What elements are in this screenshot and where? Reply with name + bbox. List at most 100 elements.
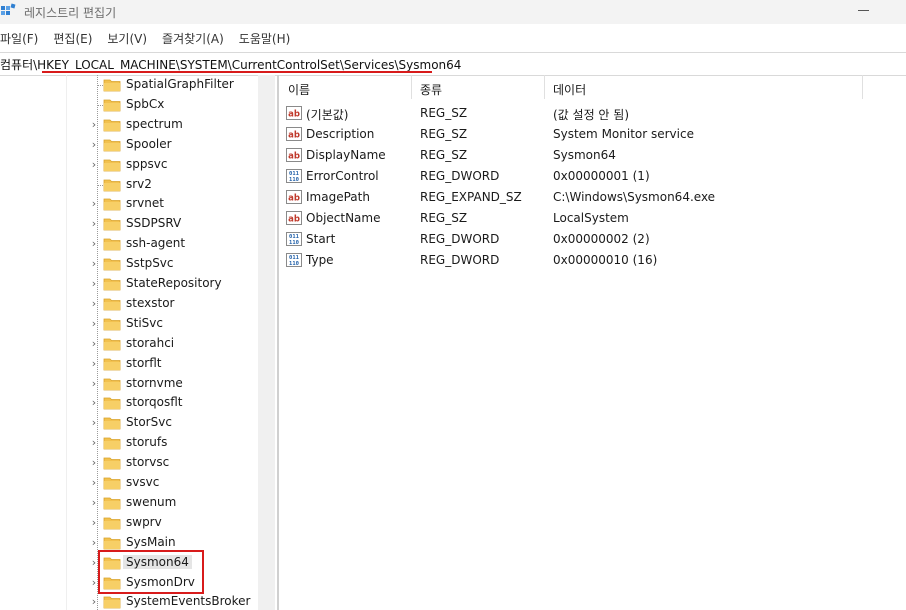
tree-item-swprv[interactable]: › swprv <box>0 513 257 533</box>
tree-item-staterepository[interactable]: › StateRepository <box>0 274 257 294</box>
folder-icon <box>103 139 121 152</box>
column-separator[interactable] <box>862 75 863 99</box>
value-name: (기본값) <box>306 108 349 122</box>
column-separator[interactable] <box>411 75 412 99</box>
column-header-type[interactable]: 종류 <box>420 81 442 98</box>
tree-item-storqosflt[interactable]: › storqosflt <box>0 393 257 413</box>
menu-file[interactable]: 파일(F) <box>0 28 45 48</box>
tree-item-label: SystemEventsBroker <box>126 594 251 609</box>
folder-icon <box>103 457 121 470</box>
chevron-right-icon[interactable]: › <box>89 517 99 528</box>
chevron-right-icon[interactable]: › <box>89 238 99 249</box>
binary-value-icon: 011110 <box>286 169 302 183</box>
value-row[interactable]: 011 110 ErrorControl REG_DWORD 0x00000001 (1… <box>280 166 906 187</box>
menu-view[interactable]: 보기(V) <box>107 28 154 48</box>
chevron-right-icon[interactable]: › <box>89 397 99 408</box>
value-row[interactable]: 011 110 Start REG_DWORD 0x00000002 (2) <box>280 229 906 250</box>
chevron-right-icon[interactable]: › <box>89 258 99 269</box>
tree-item-storsvc[interactable]: › StorSvc <box>0 413 257 433</box>
tree-item-sstpsvc[interactable]: › SstpSvc <box>0 254 257 274</box>
column-separator[interactable] <box>544 75 545 99</box>
tree-item-storahci[interactable]: › storahci <box>0 334 257 354</box>
chevron-right-icon[interactable]: › <box>89 477 99 488</box>
chevron-right-icon[interactable]: › <box>89 338 99 349</box>
tree-item-storufs[interactable]: › storufs <box>0 433 257 453</box>
svg-text:ab: ab <box>288 215 300 225</box>
chevron-right-icon[interactable]: › <box>89 537 99 548</box>
value-type: REG_SZ <box>420 211 468 225</box>
tree-item-label: storvsc <box>126 455 170 470</box>
tree-item-stexstor[interactable]: › stexstor <box>0 294 257 314</box>
tree-item-stisvc[interactable]: › StiSvc <box>0 314 257 334</box>
value-row[interactable]: ab ImagePath REG_EXPAND_SZ C:\Windows\Sysmo… <box>280 187 906 208</box>
tree-item-label: swenum <box>126 494 177 509</box>
tree-item-svsvc[interactable]: › svsvc <box>0 473 257 493</box>
tree-item-swenum[interactable]: › swenum <box>0 493 257 513</box>
tree-item-label: storufs <box>126 435 168 450</box>
tree-item-srvnet[interactable]: › srvnet <box>0 194 257 214</box>
tree-item-spatialgraphfilter[interactable]: SpatialGraphFilter <box>0 75 257 95</box>
tree-item-ssh-agent[interactable]: › ssh-agent <box>0 234 257 254</box>
svg-text:ab: ab <box>288 152 300 162</box>
binary-value-icon: 011110 <box>286 253 302 267</box>
key-tree: SpatialGraphFilter SpbCx › spectrum › Spooler… <box>0 75 257 610</box>
tree-item-label: svsvc <box>126 475 160 489</box>
value-name: Start <box>306 232 336 246</box>
folder-icon <box>103 358 121 370</box>
folder-icon <box>103 338 121 351</box>
folder-icon <box>103 79 121 92</box>
value-row[interactable]: 011 110 Type REG_DWORD 0x00000010 (16) <box>280 250 906 271</box>
value-row[interactable]: ab (기본값) REG_SZ (값 설정 안 됨) <box>280 103 906 124</box>
tree-item-srv2[interactable]: srv2 <box>0 175 257 195</box>
chevron-right-icon[interactable]: › <box>89 119 99 130</box>
minimize-icon[interactable] <box>858 10 869 11</box>
chevron-right-icon[interactable]: › <box>89 139 99 150</box>
column-header-data[interactable]: 데이터 <box>553 81 586 98</box>
menu-edit[interactable]: 편집(E) <box>53 28 99 48</box>
chevron-right-icon[interactable]: › <box>89 417 99 428</box>
tree-item-label: SpatialGraphFilter <box>126 77 234 91</box>
tree-item-spectrum[interactable]: › spectrum <box>0 115 257 135</box>
chevron-right-icon[interactable]: › <box>89 278 99 289</box>
value-data: 0x00000001 (1) <box>553 169 650 183</box>
chevron-right-icon[interactable]: › <box>89 218 99 229</box>
chevron-right-icon[interactable]: › <box>89 358 99 369</box>
folder-icon <box>103 537 121 550</box>
tree-item-sppsvc[interactable]: › sppsvc <box>0 155 257 175</box>
tree-item-ssdpsrv[interactable]: › SSDPSRV <box>0 214 257 234</box>
folder-icon <box>103 258 121 271</box>
tree-item-storvsc[interactable]: › storvsc <box>0 453 257 473</box>
tree-scrollbar[interactable] <box>258 75 275 610</box>
menu-help[interactable]: 도움말(H) <box>239 28 298 48</box>
folder-icon <box>103 99 121 112</box>
tree-item-storflt[interactable]: › storflt <box>0 354 257 374</box>
folder-icon <box>103 517 121 530</box>
value-row[interactable]: ab DisplayName REG_SZ Sysmon64 <box>280 145 906 166</box>
tree-item-spooler[interactable]: › Spooler <box>0 135 257 155</box>
chevron-right-icon[interactable]: › <box>89 457 99 468</box>
chevron-right-icon[interactable]: › <box>89 497 99 508</box>
chevron-right-icon[interactable]: › <box>89 198 99 209</box>
tree-item-spbcx[interactable]: SpbCx <box>0 95 257 115</box>
column-header-name[interactable]: 이름 <box>288 81 310 98</box>
value-type: REG_DWORD <box>420 169 500 183</box>
menu-favorites[interactable]: 즐겨찾기(A) <box>162 28 231 48</box>
chevron-right-icon[interactable]: › <box>89 298 99 309</box>
folder-icon <box>103 497 121 510</box>
tree-item-stornvme[interactable]: › stornvme <box>0 374 257 394</box>
chevron-right-icon[interactable]: › <box>89 159 99 170</box>
folder-icon <box>103 378 121 390</box>
value-type: REG_SZ <box>420 127 468 141</box>
regedit-icon <box>1 3 16 15</box>
value-row[interactable]: ab ObjectName REG_SZ LocalSystem <box>280 208 906 229</box>
chevron-right-icon[interactable]: › <box>89 596 99 607</box>
tree-item-systemeventsbroker[interactable]: › SystemEventsBroker <box>0 592 257 610</box>
tree-item-label: SstpSvc <box>126 256 174 271</box>
tree-item-label: storahci <box>126 335 175 350</box>
pane-splitter[interactable] <box>277 75 279 610</box>
value-data: System Monitor service <box>553 127 694 141</box>
chevron-right-icon[interactable]: › <box>89 437 99 448</box>
chevron-right-icon[interactable]: › <box>89 318 99 329</box>
chevron-right-icon[interactable]: › <box>89 378 99 389</box>
value-row[interactable]: ab Description REG_SZ System Monitor servic… <box>280 124 906 145</box>
